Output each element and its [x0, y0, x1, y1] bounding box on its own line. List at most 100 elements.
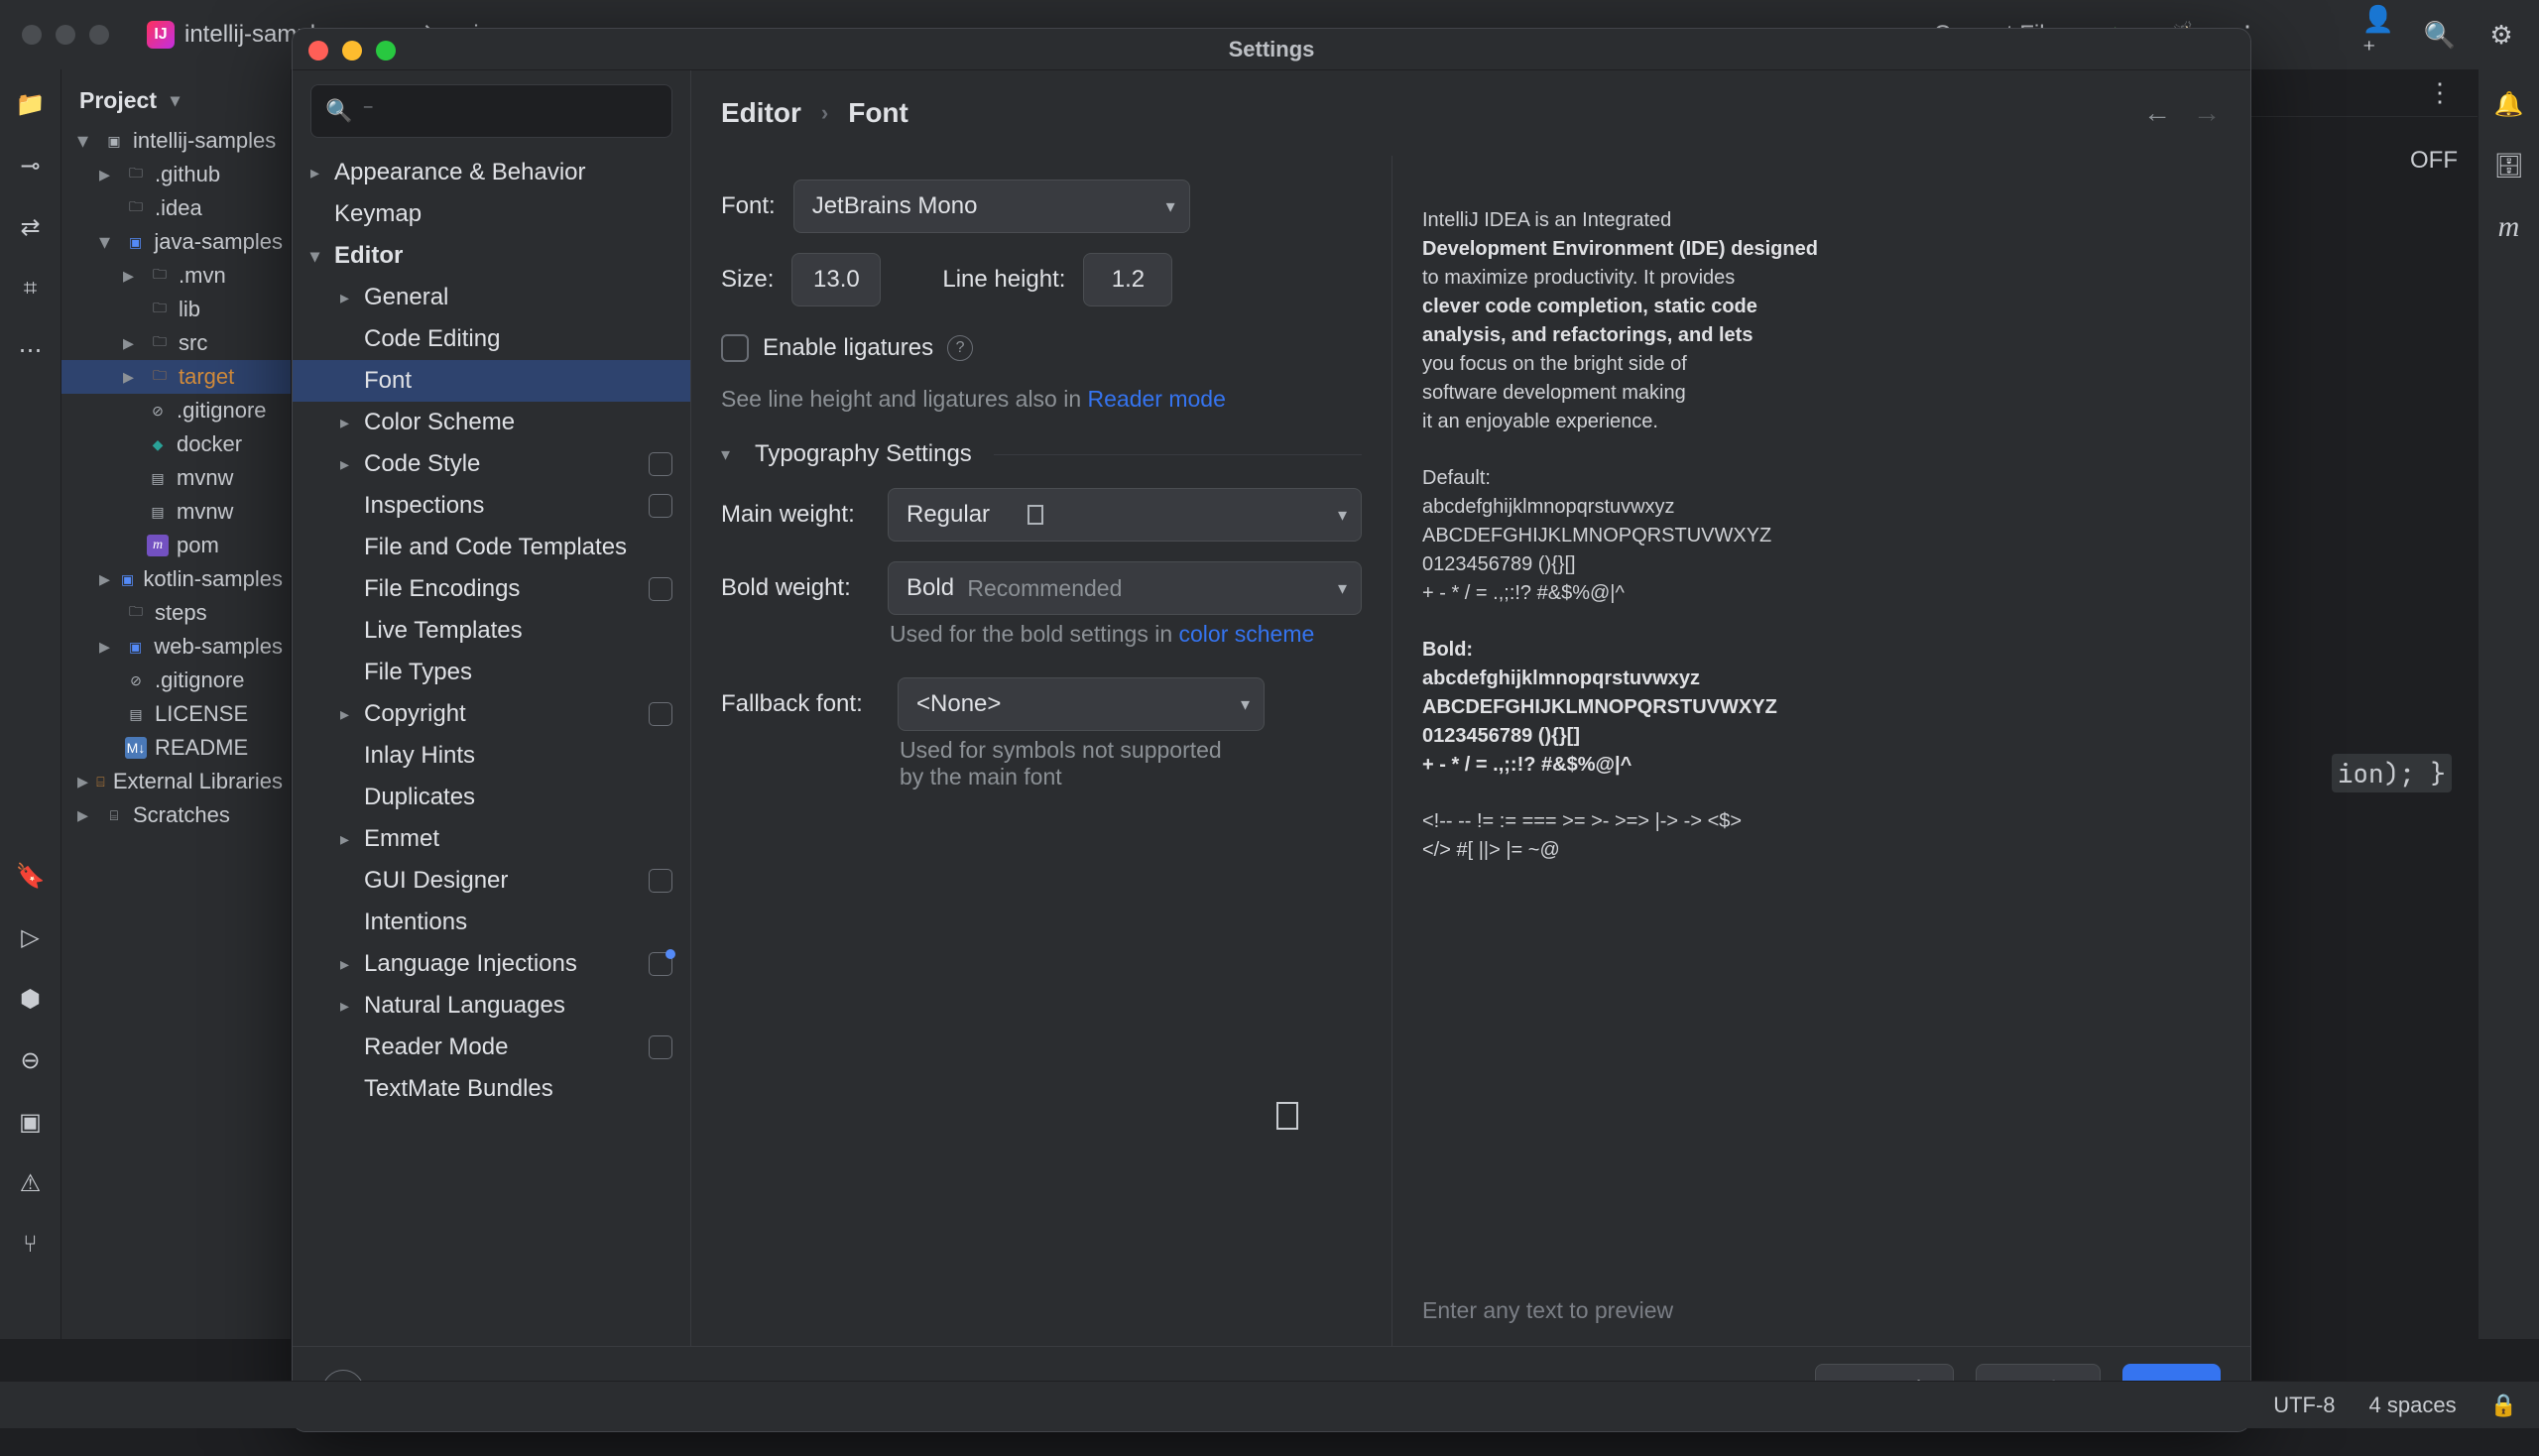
nav-keymap[interactable]: Keymap	[293, 193, 690, 235]
font-select[interactable]: JetBrains Mono	[793, 180, 1190, 233]
nav-langinj[interactable]: ▸Language Injections	[293, 943, 690, 985]
size-input[interactable]	[791, 253, 881, 306]
bookmarks-icon[interactable]: 🔖	[14, 859, 48, 893]
tree-node-gitignore[interactable]: ⊘.gitignore	[61, 664, 291, 697]
tree-node-mvnwcmd[interactable]: ▤mvnw	[61, 495, 291, 529]
color-scheme-link[interactable]: color scheme	[1179, 621, 1315, 647]
tree-node-idea[interactable]: 🗀.idea	[61, 191, 291, 225]
boldweight-select[interactable]: Bold Recommended	[888, 561, 1362, 615]
nav-inspections[interactable]: Inspections	[293, 485, 690, 527]
nav-appearance[interactable]: ▸Appearance & Behavior	[293, 152, 690, 193]
problems-icon[interactable]: ⊖	[14, 1043, 48, 1077]
tree-node-lib[interactable]: 🗀lib	[61, 293, 291, 326]
mainweight-select[interactable]: Regular	[888, 488, 1362, 542]
preview-input-placeholder[interactable]: Enter any text to preview	[1422, 1294, 1673, 1326]
nav-font[interactable]: Font	[293, 360, 690, 402]
enable-ligatures-checkbox[interactable]: Enable ligatures ?	[721, 334, 1362, 362]
tree-node-target[interactable]: ▸🗀target	[61, 360, 291, 394]
settings-icon[interactable]: ⚙	[2485, 19, 2517, 51]
nav-intentions[interactable]: Intentions	[293, 902, 690, 943]
tree-node-docker[interactable]: ◆docker	[61, 427, 291, 461]
maximize-icon[interactable]	[376, 41, 396, 61]
structure-tool-icon[interactable]: ⌗	[14, 272, 48, 305]
tree-node-gitignore-inner[interactable]: ⊘.gitignore	[61, 394, 291, 427]
fallback-select[interactable]: <None>	[898, 677, 1265, 731]
maven-icon[interactable]: m	[2492, 210, 2526, 244]
tree-node-mvnw[interactable]: ▤mvnw	[61, 461, 291, 495]
typography-section-header[interactable]: ▾ Typography Settings	[721, 440, 1362, 468]
code-with-me-icon[interactable]: 👤⁺	[2362, 19, 2394, 51]
readonly-lock-icon[interactable]: 🔒	[2490, 1393, 2517, 1418]
nav-filecodetmpl[interactable]: File and Code Templates	[293, 527, 690, 568]
tree-root[interactable]: ▾▣intellij-samples	[61, 124, 291, 158]
project-tool-icon[interactable]: 📁	[14, 87, 48, 121]
font-preview-pane[interactable]: IntelliJ IDEA is an Integrated Developme…	[1391, 156, 2250, 1346]
nav-back-icon[interactable]: ←	[2143, 97, 2171, 129]
nav-filetypes[interactable]: File Types	[293, 652, 690, 693]
tree-node-license[interactable]: ▤LICENSE	[61, 697, 291, 731]
nav-label: Code Editing	[364, 325, 500, 353]
maximize-dot[interactable]	[89, 25, 109, 45]
tree-node-github[interactable]: ▸🗀.github	[61, 158, 291, 191]
vcs-tool-icon[interactable]: ⑂	[14, 1228, 48, 1262]
run-toolwindow-icon[interactable]: ▷	[14, 920, 48, 954]
tree-node-external[interactable]: ▸⌸External Libraries	[61, 765, 291, 798]
font-select-value: JetBrains Mono	[812, 192, 978, 220]
terminal-icon[interactable]: ▣	[14, 1105, 48, 1139]
close-dot[interactable]	[22, 25, 42, 45]
commit-tool-icon[interactable]: ⊸	[14, 149, 48, 182]
services-icon[interactable]: ⬢	[14, 982, 48, 1016]
chevron-down-icon: ▾	[171, 90, 180, 111]
nav-livetmpl[interactable]: Live Templates	[293, 610, 690, 652]
nav-emmet[interactable]: ▸Emmet	[293, 818, 690, 860]
more-icon[interactable]: ⋯	[14, 333, 48, 367]
inspection-widget-off[interactable]: OFF	[2410, 147, 2458, 175]
size-label: Size:	[721, 266, 774, 294]
tree-label: intellij-samples	[133, 128, 276, 154]
reader-mode-link[interactable]: Reader mode	[1088, 386, 1226, 412]
nav-guidesigner[interactable]: GUI Designer	[293, 860, 690, 902]
nav-duplicates[interactable]: Duplicates	[293, 777, 690, 818]
nav-label: Inspections	[364, 492, 484, 520]
nav-label: Reader Mode	[364, 1033, 508, 1061]
tree-node-web[interactable]: ▸▣web-samples	[61, 630, 291, 664]
project-view-header[interactable]: Project ▾	[61, 77, 291, 124]
tree-node-steps[interactable]: 🗀steps	[61, 596, 291, 630]
tree-node-src[interactable]: ▸🗀src	[61, 326, 291, 360]
notifications-icon[interactable]: 🔔	[2492, 87, 2526, 121]
nav-copyright[interactable]: ▸Copyright	[293, 693, 690, 735]
minimize-dot[interactable]	[56, 25, 75, 45]
nav-inlayhints[interactable]: Inlay Hints	[293, 735, 690, 777]
lineheight-input[interactable]	[1083, 253, 1172, 306]
help-icon[interactable]: ?	[947, 335, 973, 361]
settings-search-input[interactable]: 🔍 ⁻	[310, 84, 672, 138]
preview-line: ABCDEFGHIJKLMNOPQRSTUVWXYZ	[1422, 525, 1771, 546]
status-encoding[interactable]: UTF-8	[2273, 1393, 2335, 1418]
tree-node-scratches[interactable]: ▸⌸Scratches	[61, 798, 291, 832]
database-icon[interactable]: 🗄	[2492, 149, 2526, 182]
tree-node-javasamples[interactable]: ▾▣java-samples	[61, 225, 291, 259]
more-vertical-icon[interactable]: ⋮	[2424, 77, 2456, 109]
nav-general[interactable]: ▸General	[293, 277, 690, 318]
nav-readermode[interactable]: Reader Mode	[293, 1027, 690, 1068]
nav-editor[interactable]: ▾Editor	[293, 235, 690, 277]
nav-colorscheme[interactable]: ▸Color Scheme	[293, 402, 690, 443]
pull-requests-icon[interactable]: ⇄	[14, 210, 48, 244]
nav-codestyle[interactable]: ▸Code Style	[293, 443, 690, 485]
tree-node-readme[interactable]: M↓README	[61, 731, 291, 765]
checkbox-icon	[721, 334, 749, 362]
search-everywhere-icon[interactable]: 🔍	[2424, 19, 2456, 51]
minimize-icon[interactable]	[342, 41, 362, 61]
nav-codeediting[interactable]: Code Editing	[293, 318, 690, 360]
nav-fileenc[interactable]: File Encodings	[293, 568, 690, 610]
tree-node-kotlin[interactable]: ▸▣kotlin-samples	[61, 562, 291, 596]
problems-warn-icon[interactable]: ⚠	[14, 1166, 48, 1200]
nav-textmate[interactable]: TextMate Bundles	[293, 1068, 690, 1110]
nav-naturallang[interactable]: ▸Natural Languages	[293, 985, 690, 1027]
breadcrumb-item[interactable]: Editor	[721, 97, 801, 129]
status-indent[interactable]: 4 spaces	[2369, 1393, 2457, 1418]
close-icon[interactable]	[308, 41, 328, 61]
tree-label: docker	[177, 431, 242, 457]
tree-node-pom[interactable]: mpom	[61, 529, 291, 562]
tree-node-mvn[interactable]: ▸🗀.mvn	[61, 259, 291, 293]
